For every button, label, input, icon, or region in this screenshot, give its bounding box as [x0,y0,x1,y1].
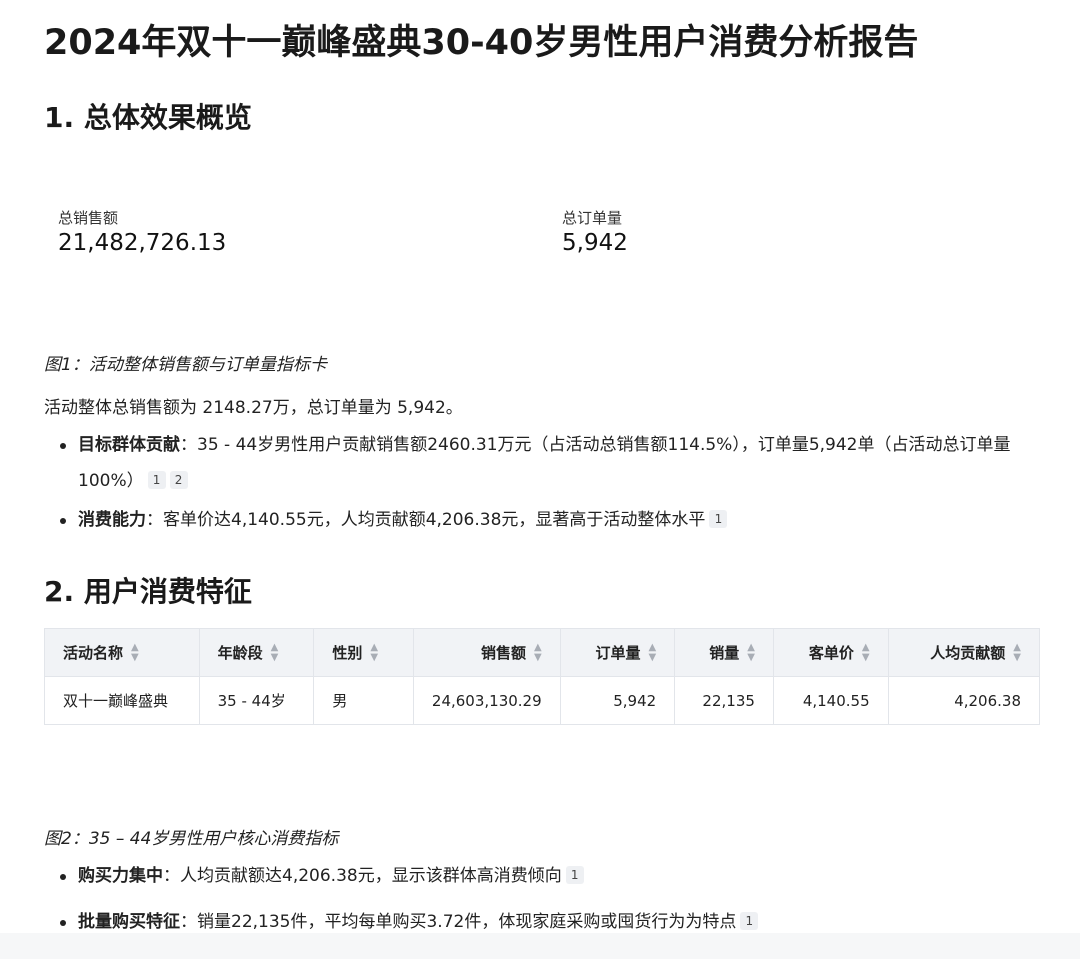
kpi-card-total-sales: 总销售额 21,482,726.13 [58,207,226,256]
column-header-activity[interactable]: 活动名称 ▲ ▼ [44,628,200,677]
sort-icon[interactable]: ▲ ▼ [648,643,656,663]
table-cell: 22,135 [674,676,774,725]
bullet-dot-icon [60,518,66,524]
table-cell: 男 [313,676,414,725]
section-title-overview: 1. 总体效果概览 [44,101,252,134]
table-cell: 35 - 44岁 [198,676,315,725]
bullet-dot-icon [60,920,66,926]
page-title: 2024年双十一巅峰盛典30-40岁男性用户消费分析报告 [44,23,919,63]
figure-caption-1: 图1：活动整体销售额与订单量指标卡 [44,355,327,375]
table-cell: 4,140.55 [772,676,889,725]
table-cell: 5,942 [559,676,676,725]
sort-icon[interactable]: ▲ ▼ [1013,643,1021,663]
column-header-age[interactable]: 年龄段 ▲ ▼ [198,628,315,677]
bullet-label: 购买力集中 [78,866,163,886]
list-item: 目标群体贡献：35 - 44岁男性用户贡献销售额2460.31万元（占活动总销售… [60,427,1050,499]
table-header-row: 活动名称 ▲ ▼ 年龄段 ▲ ▼ 性别 ▲ ▼ 销售额 ▲ ▼ 订单量 ▲ ▼ 销量 ▲ ▼ 客单价 ▲ ▼… [44,628,1041,677]
list-item: 消费能力：客单价达4,140.55元，人均贡献额4,206.38元，显著高于活动… [60,502,1050,538]
column-header-per-capita[interactable]: 人均贡献额 ▲ ▼ [887,628,1041,677]
sort-icon[interactable]: ▲ ▼ [370,643,378,663]
kpi-value: 21,482,726.13 [58,230,227,256]
table-cell: 4,206.38 [887,676,1041,725]
bullet-text: ：销量22,135件，平均每单购买3.72件，体现家庭采购或囤货行为为特点 [180,912,737,932]
citation-badge[interactable]: 1 [565,866,584,884]
figure-caption-2: 图2：35 – 44岁男性用户核心消费指标 [44,829,339,849]
column-header-avg-order-value[interactable]: 客单价 ▲ ▼ [772,628,889,677]
bullet-label: 目标群体贡献 [78,435,180,455]
column-header-orders[interactable]: 订单量 ▲ ▼ [559,628,676,677]
citation-badge[interactable]: 1 [147,471,166,489]
citation-badge[interactable]: 2 [169,471,188,489]
data-table: 活动名称 ▲ ▼ 年龄段 ▲ ▼ 性别 ▲ ▼ 销售额 ▲ ▼ 订单量 ▲ ▼ 销量 ▲ ▼ 客单价 ▲ ▼… [44,628,1041,725]
bullet-text: ：35 - 44岁男性用户贡献销售额2460.31万元（占活动总销售额114.5… [78,435,1011,491]
column-header-gender[interactable]: 性别 ▲ ▼ [313,628,414,677]
bullet-text: ：人均贡献额达4,206.38元，显示该群体高消费倾向 [163,866,562,886]
section-title-user-features: 2. 用户消费特征 [44,575,252,608]
column-header-sales[interactable]: 销售额 ▲ ▼ [412,628,561,677]
bullet-dot-icon [60,443,66,449]
list-item: 购买力集中：人均贡献额达4,206.38元，显示该群体高消费倾向 1 [60,858,1050,894]
sort-icon[interactable]: ▲ ▼ [534,643,542,663]
table-cell: 24,603,130.29 [412,676,561,725]
table-cell: 双十一巅峰盛典 [44,676,200,725]
sort-icon[interactable]: ▲ ▼ [131,643,139,663]
kpi-value: 5,942 [562,230,628,256]
sort-icon[interactable]: ▲ ▼ [862,643,870,663]
bullet-text: ：客单价达4,140.55元，人均贡献额4,206.38元，显著高于活动整体水平 [146,510,706,530]
bottom-fade [0,933,1080,959]
summary-paragraph: 活动整体总销售额为 2148.27万，总订单量为 5,942。 [44,398,463,418]
sort-icon[interactable]: ▲ ▼ [271,643,279,663]
bullet-dot-icon [60,874,66,880]
table-row: 双十一巅峰盛典 35 - 44岁 男 24,603,130.29 5,942 2… [44,676,1041,725]
citation-badge[interactable]: 1 [709,510,728,528]
kpi-card-total-orders: 总订单量 5,942 [562,207,628,256]
bullet-label: 批量购买特征 [78,912,180,932]
citation-badge[interactable]: 1 [740,912,759,930]
sort-icon[interactable]: ▲ ▼ [747,643,755,663]
kpi-label: 总销售额 [58,209,119,227]
kpi-label: 总订单量 [562,209,623,227]
bullet-label: 消费能力 [78,510,146,530]
column-header-quantity[interactable]: 销量 ▲ ▼ [674,628,774,677]
